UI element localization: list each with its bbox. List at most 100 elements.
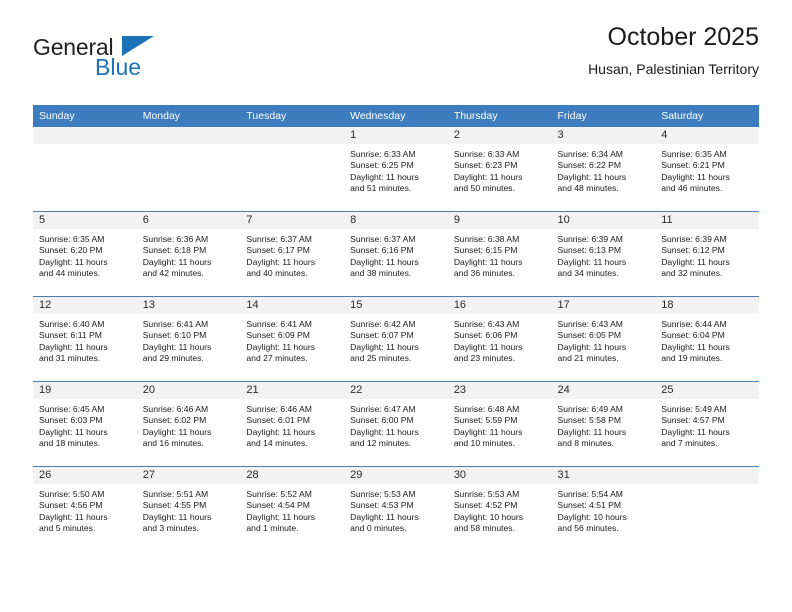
calendar-day-cell[interactable]: 19 Sunrise: 6:45 AM Sunset: 6:03 PM Dayligh… [33, 381, 137, 467]
sunset-text: Sunset: 6:07 PM [350, 330, 414, 341]
calendar-day-cell[interactable]: 3 Sunrise: 6:34 AM Sunset: 6:22 PM Daylight… [551, 127, 656, 212]
sunrise-text: Sunrise: 6:42 AM [350, 319, 416, 329]
daylight-text: and 36 minutes. [453, 267, 515, 278]
sunset-text: Sunset: 6:01 PM [246, 415, 310, 426]
calendar-day-cell[interactable]: 29 Sunrise: 5:53 AM Sunset: 4:53 PM Dayligh… [344, 466, 448, 551]
calendar-table: Sunday Monday Tuesday Wednesday Thursday Frid… [33, 105, 759, 551]
sunset-text: Sunset: 6:13 PM [557, 245, 622, 256]
sunrise-text: Sunrise: 6:35 AM [661, 149, 727, 159]
daylight-text: and 25 minutes. [350, 352, 412, 363]
day-cell-inner: 13 Sunrise: 6:41 AM Sunset: 6:10 PM Dayligh… [136, 297, 241, 381]
calendar-day-cell[interactable]: 28 Sunrise: 5:52 AM Sunset: 4:54 PM Dayligh… [240, 466, 345, 551]
daylight-text: Daylight: 11 hours [246, 256, 316, 267]
day-number: 29 [344, 467, 448, 485]
sunrise-text: Sunrise: 6:43 AM [453, 319, 520, 329]
day-sun-info: Sunrise: 6:43 AM Sunset: 6:06 PM Daylight:… [448, 315, 552, 364]
sunset-text: Sunset: 6:21 PM [661, 160, 725, 171]
calendar-day-cell[interactable]: 25 Sunrise: 5:49 AM Sunset: 4:57 PM Dayligh… [655, 381, 759, 467]
generalblue-logo[interactable]: General Blue [33, 34, 253, 90]
calendar-day-cell[interactable]: 6 Sunrise: 6:36 AM Sunset: 6:18 PM Daylight… [136, 211, 241, 297]
calendar-week-row: 5 Sunrise: 6:35 AM Sunset: 6:20 PM Daylight… [33, 211, 759, 297]
calendar-day-cell[interactable]: 26 Sunrise: 5:50 AM Sunset: 4:56 PM Dayligh… [33, 466, 137, 551]
daylight-text: Daylight: 11 hours [39, 256, 108, 267]
calendar-day-cell[interactable]: 27 Sunrise: 5:51 AM Sunset: 4:55 PM Dayligh… [136, 466, 241, 551]
day-sun-info: Sunrise: 6:37 AM Sunset: 6:16 PM Daylight:… [344, 230, 448, 279]
day-cell-inner: 28 Sunrise: 5:52 AM Sunset: 4:54 PM Dayligh… [240, 467, 345, 551]
daylight-text: Daylight: 11 hours [661, 426, 730, 437]
calendar-day-cell[interactable]: 17 Sunrise: 6:43 AM Sunset: 6:05 PM Dayligh… [551, 296, 656, 382]
day-cell-inner: 14 Sunrise: 6:41 AM Sunset: 6:09 PM Dayligh… [240, 297, 345, 381]
sunrise-text: Sunrise: 5:54 AM [557, 489, 623, 499]
sunrise-text: Sunrise: 6:34 AM [557, 149, 623, 159]
daylight-text: and 40 minutes. [246, 267, 308, 278]
day-sun-info: Sunrise: 6:35 AM Sunset: 6:20 PM Daylight:… [33, 230, 137, 279]
sunrise-text: Sunrise: 6:40 AM [39, 319, 105, 329]
sunset-text: Sunset: 6:18 PM [142, 245, 207, 256]
calendar-day-cell[interactable]: 8 Sunrise: 6:37 AM Sunset: 6:16 PM Daylight… [344, 211, 448, 297]
calendar-day-cell[interactable]: 21 Sunrise: 6:46 AM Sunset: 6:01 PM Dayligh… [240, 381, 345, 467]
day-sun-info: Sunrise: 6:39 AM Sunset: 6:12 PM Daylight:… [655, 230, 759, 279]
calendar-day-cell[interactable]: 18 Sunrise: 6:44 AM Sunset: 6:04 PM Dayligh… [655, 296, 759, 382]
sunrise-text: Sunrise: 5:53 AM [453, 489, 520, 499]
daylight-text: Daylight: 11 hours [453, 341, 523, 352]
daylight-text: Daylight: 11 hours [557, 171, 627, 182]
calendar-day-cell[interactable]: 4 Sunrise: 6:35 AM Sunset: 6:21 PM Daylight… [655, 127, 759, 212]
day-sun-info: Sunrise: 6:44 AM Sunset: 6:04 PM Daylight:… [655, 315, 759, 364]
sunset-text: Sunset: 4:52 PM [453, 500, 518, 511]
day-sun-info [655, 485, 759, 489]
sunrise-text: Sunrise: 6:35 AM [39, 234, 105, 244]
day-number [655, 467, 759, 485]
daylight-text: and 23 minutes. [453, 352, 515, 363]
daylight-text: Daylight: 11 hours [453, 171, 523, 182]
sunset-text: Sunset: 6:06 PM [453, 330, 518, 341]
calendar-day-cell[interactable]: 16 Sunrise: 6:43 AM Sunset: 6:06 PM Dayligh… [447, 296, 552, 382]
day-number: 23 [447, 382, 552, 400]
day-cell-inner: 12 Sunrise: 6:40 AM Sunset: 6:11 PM Dayligh… [33, 297, 137, 381]
daylight-text: and 1 minute. [246, 522, 299, 533]
title-block: October 2025 Husan, Palestinian Territor… [588, 22, 759, 78]
day-number: 17 [551, 297, 656, 315]
calendar-day-cell[interactable]: 31 Sunrise: 5:54 AM Sunset: 4:51 PM Dayligh… [551, 466, 656, 551]
daylight-text: and 44 minutes. [39, 267, 101, 278]
calendar-day-cell[interactable]: 30 Sunrise: 5:53 AM Sunset: 4:52 PM Dayligh… [447, 466, 552, 551]
daylight-text: Daylight: 11 hours [246, 426, 316, 437]
day-cell-inner: 9 Sunrise: 6:38 AM Sunset: 6:15 PM Daylight… [447, 212, 552, 296]
sunset-text: Sunset: 6:22 PM [557, 160, 622, 171]
calendar-day-cell[interactable]: 10 Sunrise: 6:39 AM Sunset: 6:13 PM Dayligh… [551, 211, 656, 297]
sunset-text: Sunset: 4:54 PM [246, 500, 310, 511]
calendar-day-cell[interactable]: 14 Sunrise: 6:41 AM Sunset: 6:09 PM Dayligh… [240, 296, 345, 382]
calendar-day-cell[interactable]: 24 Sunrise: 6:49 AM Sunset: 5:58 PM Dayligh… [551, 381, 656, 467]
day-sun-info: Sunrise: 6:46 AM Sunset: 6:01 PM Daylight:… [240, 400, 344, 449]
day-number: 19 [33, 382, 137, 400]
day-number: 15 [344, 297, 448, 315]
calendar-day-cell[interactable]: 12 Sunrise: 6:40 AM Sunset: 6:11 PM Dayligh… [33, 296, 137, 382]
calendar-cell-empty [33, 127, 137, 212]
calendar-day-cell[interactable]: 20 Sunrise: 6:46 AM Sunset: 6:02 PM Dayligh… [136, 381, 241, 467]
calendar-day-cell[interactable]: 15 Sunrise: 6:42 AM Sunset: 6:07 PM Dayligh… [344, 296, 448, 382]
calendar-day-cell[interactable]: 1 Sunrise: 6:33 AM Sunset: 6:25 PM Daylight… [344, 127, 448, 212]
page-title: October 2025 [607, 23, 760, 51]
calendar-day-cell[interactable]: 7 Sunrise: 6:37 AM Sunset: 6:17 PM Daylight… [240, 211, 345, 297]
calendar-day-cell[interactable]: 13 Sunrise: 6:41 AM Sunset: 6:10 PM Dayligh… [136, 296, 241, 382]
day-sun-info: Sunrise: 6:49 AM Sunset: 5:58 PM Daylight:… [552, 400, 656, 449]
daylight-text: and 42 minutes. [142, 267, 204, 278]
daylight-text: and 21 minutes. [557, 352, 619, 363]
calendar-day-cell[interactable]: 9 Sunrise: 6:38 AM Sunset: 6:15 PM Daylight… [447, 211, 552, 297]
sunrise-text: Sunrise: 6:37 AM [350, 234, 416, 244]
calendar-day-cell[interactable]: 11 Sunrise: 6:39 AM Sunset: 6:12 PM Dayligh… [655, 211, 759, 297]
daylight-text: Daylight: 11 hours [557, 341, 627, 352]
day-sun-info: Sunrise: 6:39 AM Sunset: 6:13 PM Daylight:… [552, 230, 656, 279]
calendar-day-cell[interactable]: 5 Sunrise: 6:35 AM Sunset: 6:20 PM Daylight… [33, 211, 137, 297]
day-number: 28 [240, 467, 345, 485]
day-sun-info: Sunrise: 5:53 AM Sunset: 4:53 PM Daylight:… [344, 485, 448, 534]
day-number [240, 127, 345, 145]
sunrise-text: Sunrise: 5:50 AM [39, 489, 105, 499]
daylight-text: and 46 minutes. [661, 182, 723, 193]
calendar-day-cell[interactable]: 22 Sunrise: 6:47 AM Sunset: 6:00 PM Dayligh… [344, 381, 448, 467]
sunrise-text: Sunrise: 6:48 AM [453, 404, 520, 414]
calendar-day-cell[interactable]: 23 Sunrise: 6:48 AM Sunset: 5:59 PM Dayligh… [447, 381, 552, 467]
day-number [33, 127, 137, 145]
day-sun-info [33, 145, 137, 149]
calendar-day-cell[interactable]: 2 Sunrise: 6:33 AM Sunset: 6:23 PM Daylight… [447, 127, 552, 212]
day-cell-inner: 20 Sunrise: 6:46 AM Sunset: 6:02 PM Dayligh… [136, 382, 241, 466]
